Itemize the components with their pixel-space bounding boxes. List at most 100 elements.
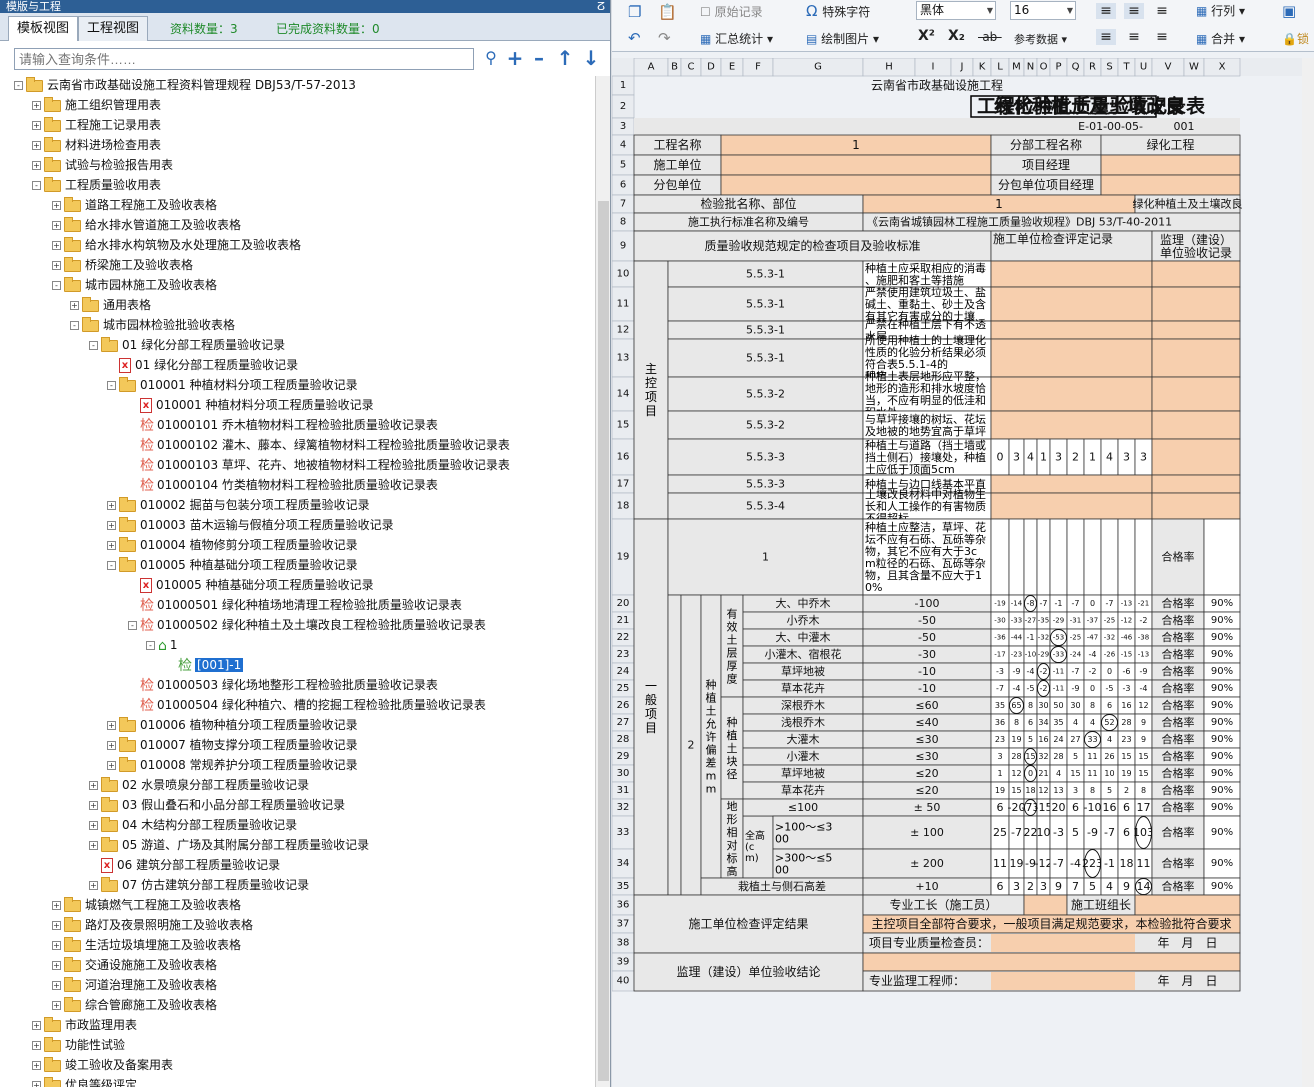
tree-node[interactable]: + 交通设施施工及验收表格	[52, 955, 217, 975]
tree-node[interactable]: 检 01000104 竹类植物材料工程检验批质量验收记录表	[128, 475, 438, 495]
arrow-up-icon[interactable]: ↑	[554, 48, 576, 70]
tree-node[interactable]: +010007 植物支撑分项工程质量验收记录	[107, 735, 358, 755]
collapse-icon[interactable]: -	[70, 321, 79, 330]
tree-node[interactable]: x 06 建筑分部工程质量验收记录	[89, 855, 280, 875]
special-char-button[interactable]: Ω 特殊字符	[806, 2, 870, 20]
expand-icon[interactable]: +	[107, 501, 116, 510]
supervisor-check-field[interactable]	[1151, 492, 1241, 520]
paste-icon[interactable]: 📋	[658, 3, 677, 21]
tree-node[interactable]: + 功能性试验	[32, 1035, 125, 1055]
tree-node[interactable]: 检 [001]-1	[166, 655, 244, 675]
tree-node[interactable]: - 010005 种植基础分项工程质量验收记录	[107, 555, 358, 575]
tree-node[interactable]: - 01 绿化分部工程质量验收记录	[89, 335, 285, 355]
tree-node[interactable]: + 生活垃圾填埋施工及验收表格	[52, 935, 241, 955]
supervisor-check-field[interactable]	[1151, 376, 1241, 412]
draw-image-button[interactable]: ▤ 绘制图片 ▾	[806, 30, 879, 47]
supervisor-check-field[interactable]	[1151, 410, 1241, 440]
tree-node[interactable]: + 材料进场检查用表	[32, 135, 161, 155]
measure-cell[interactable]	[1008, 518, 1025, 596]
expand-icon[interactable]: +	[52, 261, 61, 270]
tree-node[interactable]: + 市政监理用表	[32, 1015, 137, 1035]
tree-node[interactable]: 检 01000504 绿化种植穴、槽的挖掘工程检验批质量验收记录表	[128, 695, 486, 715]
contractor-field[interactable]	[720, 154, 992, 176]
collapse-icon[interactable]: -	[107, 561, 116, 570]
align-middle-icon[interactable]: ≡	[1124, 3, 1144, 19]
tree-node[interactable]: 检 01000503 绿化场地整形工程检验批质量验收记录表	[128, 675, 438, 695]
quality-inspector-field[interactable]	[991, 934, 1135, 952]
tree-node[interactable]: + 路灯及夜景照明施工及验收表格	[52, 915, 253, 935]
tree-node[interactable]: + 试验与检验报告用表	[32, 155, 173, 175]
expand-icon[interactable]: +	[52, 961, 61, 970]
search-input[interactable]	[14, 48, 474, 70]
align-bottom-icon[interactable]: ≡	[1152, 3, 1172, 19]
expand-icon[interactable]: +	[107, 541, 116, 550]
contractor-check-field[interactable]	[990, 376, 1153, 412]
align-right-icon[interactable]: ≡	[1152, 29, 1172, 45]
tree-node[interactable]: x 010001 种植材料分项工程质量验收记录	[128, 395, 374, 415]
tree-node[interactable]: + 工程施工记录用表	[32, 115, 161, 135]
expand-icon[interactable]: +	[52, 1001, 61, 1010]
tree-node[interactable]: + 通用表格	[70, 295, 151, 315]
tree-node[interactable]: +07 仿古建筑分部工程质量验收记录	[89, 875, 309, 895]
tree-node[interactable]: + 城镇燃气工程施工及验收表格	[52, 895, 241, 915]
arrow-down-icon[interactable]: ↓	[580, 48, 602, 70]
supervisor-check-field[interactable]	[1151, 438, 1241, 476]
tree-node[interactable]: +04 木结构分部工程质量验收记录	[89, 815, 297, 835]
measure-cell[interactable]	[1134, 518, 1153, 596]
expand-icon[interactable]: +	[32, 141, 41, 150]
tree-node[interactable]: 检 01000101 乔木植物材料工程检验批质量验收记录表	[128, 415, 438, 435]
tree-node[interactable]: x 01 绿化分部工程质量验收记录	[107, 355, 298, 375]
tree-node[interactable]: 检 01000501 绿化种植场地清理工程检验批质量验收记录表	[128, 595, 462, 615]
align-left-icon[interactable]: ≡	[1096, 29, 1116, 45]
expand-icon[interactable]: +	[107, 741, 116, 750]
sheet-scrollbar[interactable]	[1302, 58, 1314, 1087]
expand-icon[interactable]: +	[32, 121, 41, 130]
tree-node[interactable]: +02 水景喷泉分部工程质量验收记录	[89, 775, 309, 795]
expand-icon[interactable]: +	[52, 201, 61, 210]
tree-scrollbar[interactable]	[595, 76, 610, 1087]
tree-node[interactable]: + 综合管廊施工及验收表格	[52, 995, 217, 1015]
pm-field[interactable]	[1100, 154, 1241, 176]
tree-node[interactable]: +010006 植物种植分项工程质量验收记录	[107, 715, 358, 735]
expand-icon[interactable]: +	[89, 801, 98, 810]
plus-icon[interactable]: +	[504, 48, 526, 70]
expand-icon[interactable]: +	[32, 161, 41, 170]
expand-icon[interactable]: +	[52, 981, 61, 990]
measure-cell[interactable]	[1117, 518, 1136, 596]
tree-node[interactable]: - 城市园林施工及验收表格	[52, 275, 217, 295]
tree-node[interactable]: + 给水排水管道施工及验收表格	[52, 215, 241, 235]
expand-icon[interactable]: +	[52, 241, 61, 250]
sub-pm-field[interactable]	[1100, 174, 1241, 196]
supervisor-engineer-field[interactable]	[991, 972, 1135, 990]
tree-node[interactable]: - 城市园林检验批验收表格	[70, 315, 235, 335]
expand-icon[interactable]: +	[70, 301, 79, 310]
expand-icon[interactable]: +	[52, 221, 61, 230]
expand-icon[interactable]: +	[89, 781, 98, 790]
expand-icon[interactable]: +	[107, 521, 116, 530]
supervisor-check-field[interactable]	[1151, 286, 1241, 322]
tree-node[interactable]: + 施工组织管理用表	[32, 95, 161, 115]
expand-icon[interactable]: +	[107, 761, 116, 770]
tree-node[interactable]: +010002 掘苗与包装分项工程质量验收记录	[107, 495, 370, 515]
collapse-icon[interactable]: -	[32, 181, 41, 190]
expand-icon[interactable]: +	[32, 1081, 41, 1087]
tree-scrollbar-thumb[interactable]	[598, 201, 609, 1081]
supervisor-check-field[interactable]	[1151, 474, 1241, 494]
tree-node[interactable]: + 竣工验收及备案用表	[32, 1055, 173, 1075]
align-top-icon[interactable]: ≡	[1096, 3, 1116, 19]
measure-cell[interactable]	[1036, 518, 1051, 596]
measure-cell[interactable]	[1023, 518, 1038, 596]
measure-cell[interactable]	[990, 518, 1010, 596]
font-name-select[interactable]: 黑体 ▼	[916, 1, 996, 20]
tree-node[interactable]: + 河道治理施工及验收表格	[52, 975, 217, 995]
lock-button[interactable]: 🔒锁	[1282, 30, 1309, 47]
collapse-icon[interactable]: -	[128, 621, 137, 630]
contractor-check-field[interactable]	[990, 286, 1153, 322]
search-icon[interactable]: ⚲	[480, 48, 502, 70]
collapse-icon[interactable]: -	[89, 341, 98, 350]
tree-node[interactable]: - 010001 种植材料分项工程质量验收记录	[107, 375, 358, 395]
tree-node[interactable]: + 桥梁施工及验收表格	[52, 255, 193, 275]
tree-node[interactable]: - 云南省市政基础设施工程资料管理规程 DBJ53/T-57-2013	[14, 76, 356, 95]
collapse-icon[interactable]: -	[107, 381, 116, 390]
tree-node[interactable]: +03 假山叠石和小品分部工程质量验收记录	[89, 795, 345, 815]
